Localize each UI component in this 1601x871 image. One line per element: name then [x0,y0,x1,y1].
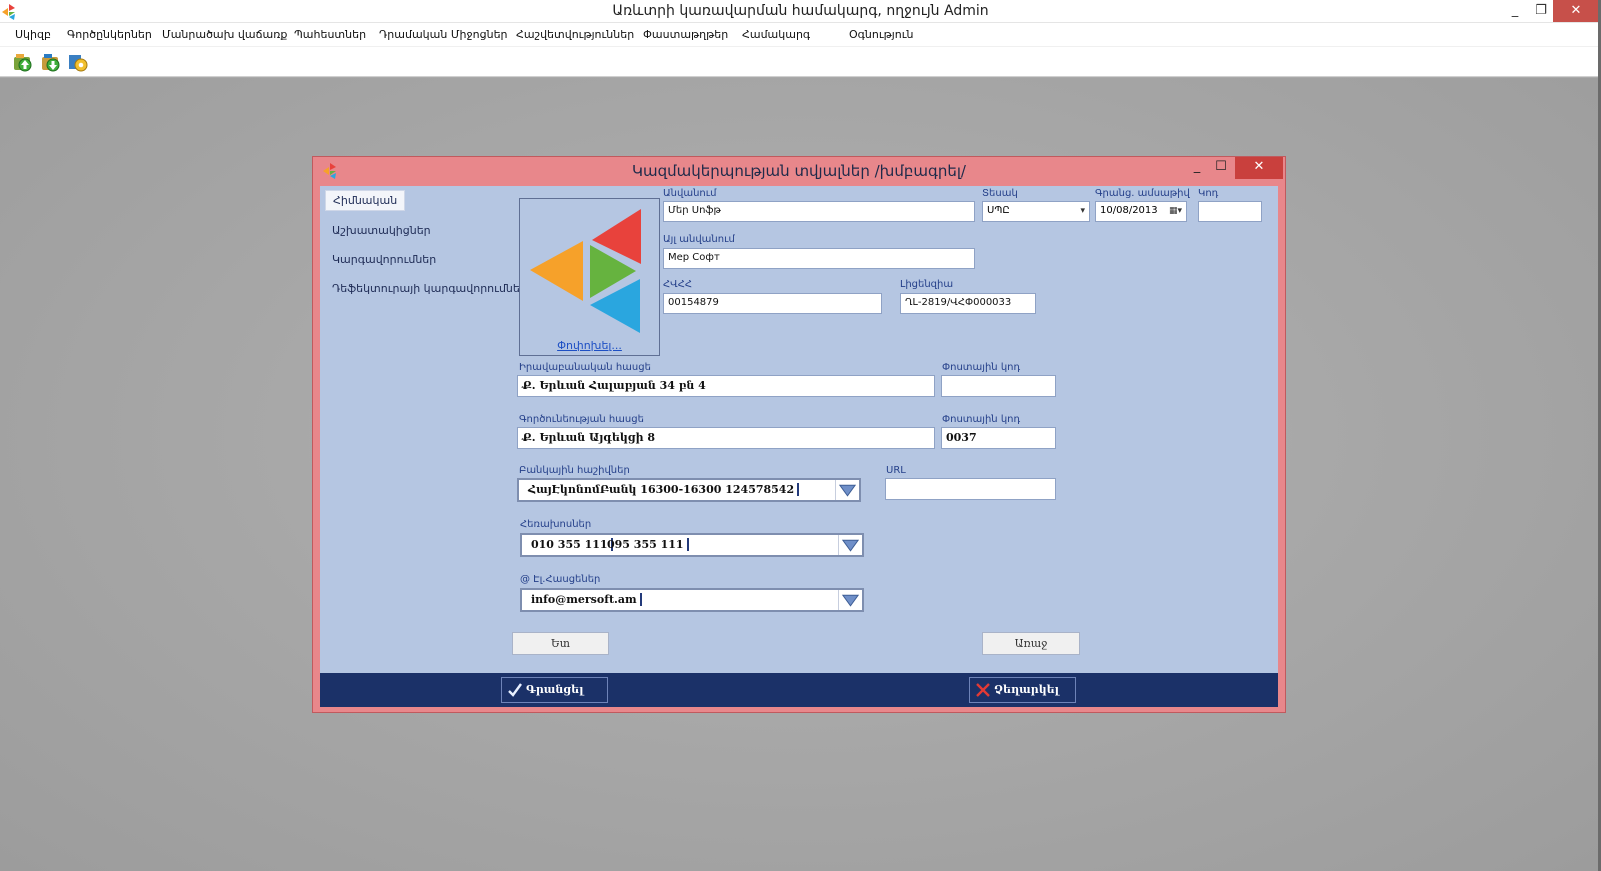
menu-system[interactable]: Համակարգ [742,28,810,41]
back-button[interactable]: Ետ [512,632,609,655]
postal1-field[interactable] [941,375,1056,397]
dialog-title: Կազմակերպության տվյալներ /խմբագրել/ [632,162,966,180]
name-label: Անվանում [663,188,717,199]
bank-accounts-combo[interactable]: ՀայԷկոնոմԲանկ 16300-16300 124578542 [517,478,861,502]
menu-warehouses[interactable]: Պահեստներ [294,28,366,41]
phone-chip[interactable]: 010 355 111 [528,538,613,551]
menu-bar: Սկիզբ Գործընկերներ Մանրածախ վաճառք Պահես… [0,23,1601,47]
dropdown-arrow-icon[interactable] [838,535,862,555]
company-logo: Փոփոխել... [519,198,660,356]
cancel-button[interactable]: Չեղարկել [969,677,1076,703]
menu-help[interactable]: Օգնություն [849,28,913,41]
dropdown-arrow-icon[interactable] [835,480,859,500]
postal2-field[interactable]: 0037 [941,427,1056,449]
emails-label: @ Էլ.Հասցեներ [520,574,601,585]
close-button[interactable]: ✕ [1553,0,1599,22]
dialog-maximize-button[interactable]: ☐ [1207,157,1235,179]
next-button[interactable]: Առաջ [982,632,1080,655]
regdate-value: 10/08/2013 [1100,205,1158,216]
othername-field[interactable]: Мер Софт [663,248,975,269]
app-title: Առևտրի կառավարման համակարգ, ողջույն Admi… [612,3,989,19]
menu-retail[interactable]: Մանրածախ վաճառք [162,28,287,41]
othername-label: Այլ անվանում [663,234,735,245]
license-field[interactable]: ՂԼ-2819/ՎՀՓ000033 [900,293,1036,314]
legal-address-label: Իրավաբանական հասցե [519,362,651,373]
bank-label: Բանկային հաշիվներ [519,465,630,476]
company-logo-image [530,209,641,333]
menu-start[interactable]: Սկիզբ [15,28,51,41]
company-dialog: Կազմակերպության տվյալներ /խմբագրել/ _ ☐ … [312,156,1286,713]
name-field[interactable]: Մեր Սոֆթ [663,201,975,222]
nav-employees[interactable]: Աշխատակիցներ [325,221,438,240]
regdate-picker[interactable]: 10/08/2013 ▦▾ [1095,201,1187,222]
download-icon[interactable] [40,51,62,73]
menu-reports[interactable]: Հաշվետվություններ [516,28,634,41]
chevron-down-icon: ▾ [1080,206,1085,216]
dialog-footer: Գրանցել Չեղարկել [320,673,1278,707]
menu-documents[interactable]: Փաստաթղթեր [643,28,728,41]
calendar-icon[interactable]: ▦▾ [1169,206,1182,216]
settings-icon[interactable] [67,51,89,73]
tin-label: ՀՎՀՀ [663,279,693,290]
activity-address-label: Գործունեության հասցե [519,414,644,425]
type-select[interactable]: ՍՊԸ ▾ [982,201,1090,222]
menu-partners[interactable]: Գործընկերներ [67,28,152,41]
postal2-label: Փոստային կոդ [942,414,1021,425]
phones-combo[interactable]: 010 355 111 095 355 111 [520,533,864,557]
emails-combo[interactable]: info@mersoft.am [520,588,864,612]
type-label: Տեսակ [982,188,1018,199]
toolbar [0,47,1601,77]
url-label: URL [886,465,906,476]
dialog-close-button[interactable]: ✕ [1235,157,1283,179]
restore-button[interactable]: ❐ [1526,0,1556,22]
app-titlebar: Առևտրի կառավարման համակարգ, ողջույն Admi… [0,0,1601,23]
nav-settings[interactable]: Կարգավորումներ [325,250,443,269]
checkmark-icon [508,683,522,697]
code-field[interactable] [1198,201,1262,222]
cancel-label: Չեղարկել [994,683,1060,696]
activity-address-field[interactable]: Ք. Երևան Այգեկցի 8 [517,427,935,449]
change-logo-link[interactable]: Փոփոխել... [520,339,659,352]
url-field[interactable] [885,478,1056,500]
save-button[interactable]: Գրանցել [501,677,608,703]
dropdown-arrow-icon[interactable] [838,590,862,610]
menu-cash[interactable]: Դրամական Միջոցներ [379,28,508,41]
code-label: Կոդ [1198,188,1219,199]
save-label: Գրանցել [526,683,584,696]
type-value: ՍՊԸ [987,205,1010,216]
phones-label: Հեռախոսներ [520,519,592,530]
legal-address-field[interactable]: Ք. Երևան Հալաբյան 34 բն 4 [517,375,935,397]
tin-field[interactable]: 00154879 [663,293,882,314]
regdate-label: Գրանց. ամսաթիվ [1095,188,1190,199]
upload-icon[interactable] [12,51,34,73]
nav-main[interactable]: Հիմնական [325,190,406,211]
phone-chip[interactable]: 095 355 111 [604,538,689,551]
dialog-body: Հիմնական Աշխատակիցներ Կարգավորումներ Դեֆ… [320,186,1278,673]
nav-defect-settings[interactable]: Դեֆեկտուրայի կարգավորումներ [325,279,534,298]
cancel-x-icon [976,683,990,697]
license-label: Լիցենզիա [900,279,954,290]
postal1-label: Փոստային կոդ [942,362,1021,373]
bank-account-chip[interactable]: ՀայԷկոնոմԲանկ 16300-16300 124578542 [525,483,800,496]
email-chip[interactable]: info@mersoft.am [528,593,642,606]
